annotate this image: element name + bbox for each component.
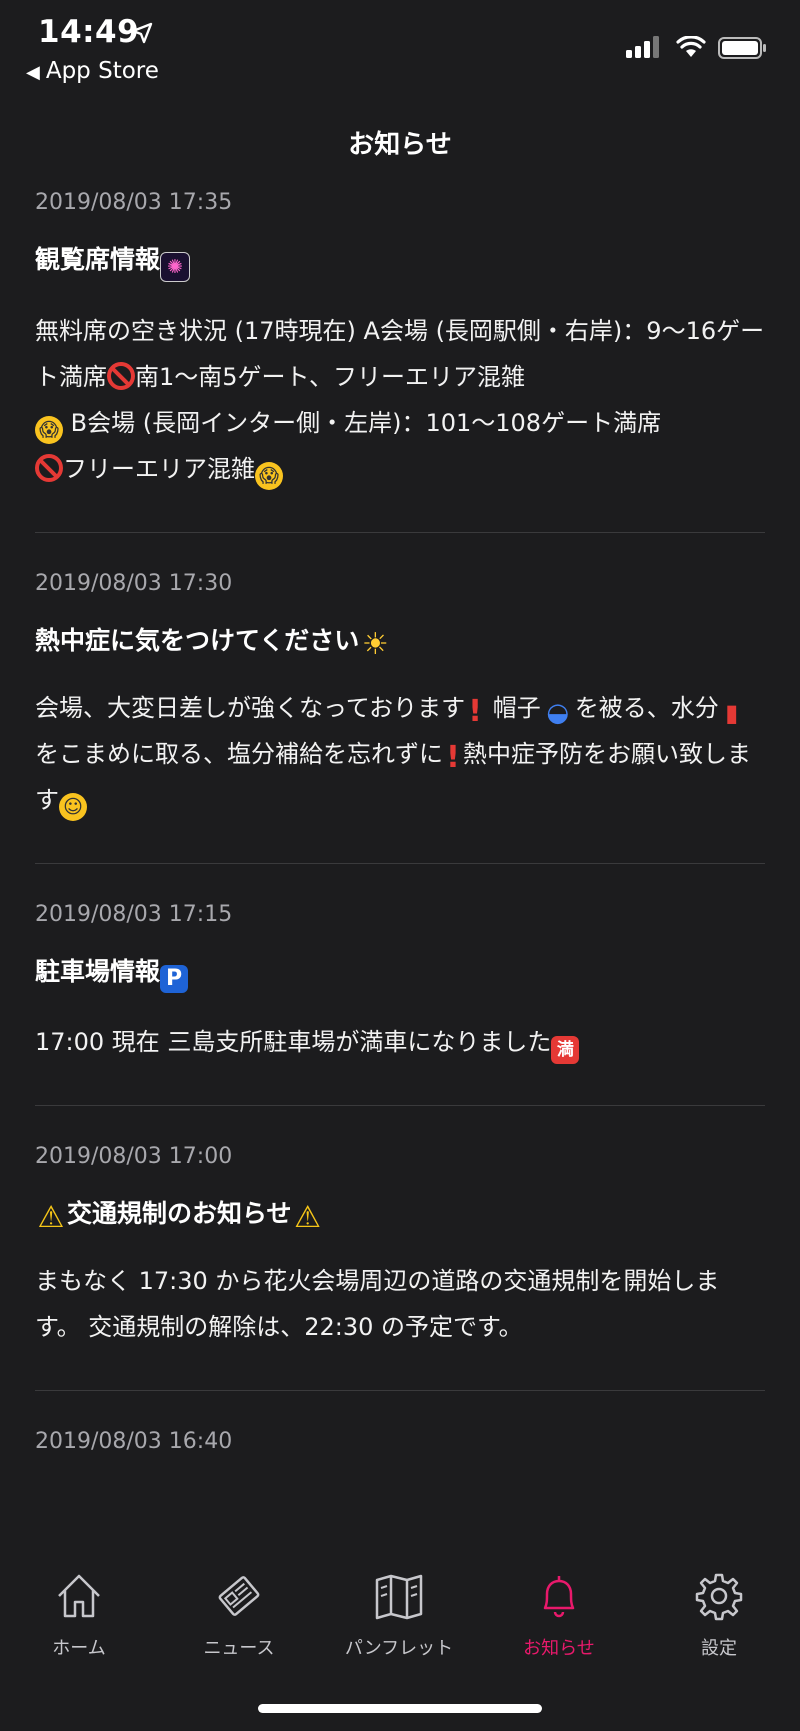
notification-list[interactable]: 2019/08/03 17:35 観覧席情報 ✺ 無料席の空き状況 (17時現在)… [35,188,765,1481]
cap-emoji-icon: ◒ [546,698,570,728]
notification-item[interactable]: 2019/08/03 17:15 駐車場情報 P 17:00 現在 三島支所駐車場… [35,900,765,1106]
exclamation-emoji-icon: ! [468,694,482,729]
home-icon [58,1574,100,1618]
location-arrow-icon [131,22,153,44]
battery-icon [718,37,766,59]
notification-item[interactable]: 2019/08/03 17:30 熱中症に気をつけてください☀ 会場、大変日差し… [35,569,765,864]
tab-news[interactable]: ニュース [174,1560,304,1660]
warning-emoji-icon: ⚠ [37,1200,65,1235]
notification-body: 17:00 現在 三島支所駐車場が満車になりました満 [35,1019,765,1065]
notification-body: 会場、大変日差しが強くなっております! 帽子 ◒ を被る、水分 ▮ をこまめに取る、塩分… [35,685,765,823]
notification-title: 熱中症に気をつけてください☀ [35,623,765,662]
tab-label: ホーム [52,1638,106,1659]
grinning-face-emoji-icon: ☺ [59,793,87,821]
body-text: をこまめに取る、塩分補給を忘れずに [35,740,443,768]
prohibited-emoji-icon [107,362,135,390]
back-label: App Store [45,58,159,84]
body-text: 17:00 現在 三島支所駐車場が満車になりました [35,1028,552,1056]
notification-title: 駐車場情報 P [35,954,765,993]
notification-date: 2019/08/03 17:30 [35,571,233,596]
fireworks-emoji-icon: ✺ [160,252,191,282]
parking-emoji-icon: P [160,965,189,993]
notification-item[interactable]: 2019/08/03 16:40 [35,1427,765,1457]
body-text: 帽子 [485,694,541,722]
notification-title: ⚠ 交通規制のお知らせ⚠ [35,1196,765,1235]
tab-label: 設定 [701,1638,737,1659]
cup-with-straw-emoji-icon: ▮ [725,699,739,727]
tab-home[interactable]: ホーム [14,1560,144,1660]
status-time: 14:49 [38,14,140,50]
tab-label: パンフレット [344,1638,454,1659]
home-indicator[interactable] [258,1704,542,1713]
body-text: を被る、水分 [574,694,719,722]
gear-icon [695,1573,743,1621]
body-text: フリーエリア混雑 [63,455,255,483]
bell-icon [543,1576,575,1618]
tab-settings[interactable]: 設定 [654,1560,784,1660]
warning-emoji-icon: ⚠ [294,1200,321,1235]
sun-emoji-icon: ☀ [361,627,389,662]
notification-title: 観覧席情報 ✺ [35,242,765,282]
page-title: お知らせ [348,130,452,160]
wifi-icon [676,36,706,57]
body-text: 南1〜南5ゲート、フリーエリア混雑 [135,363,526,391]
notification-body: 無料席の空き状況 (17時現在) A会場 (長岡駅側・右岸)：9〜16ゲート満席… [35,308,765,492]
body-text: B会場 (長岡インター側・左岸)：101〜108ゲート満席 [63,409,662,437]
notification-body: まもなく 17:30 から花火会場周辺の道路の交通規制を開始します。 交通規制の… [35,1267,720,1341]
screaming-face-emoji-icon: 😱 [255,462,283,490]
body-text: 会場、大変日差しが強くなっております [35,694,466,722]
notification-title-text: 交通規制のお知らせ [67,1199,292,1228]
screaming-face-emoji-icon: 😱 [35,416,63,444]
full-emoji-icon: 満 [551,1036,580,1064]
news-icon [218,1576,260,1616]
pamphlet-icon [375,1574,423,1620]
notification-item[interactable]: 2019/08/03 17:35 観覧席情報 ✺ 無料席の空き状況 (17時現在)… [35,188,765,533]
notification-date: 2019/08/03 17:15 [35,902,233,927]
notification-item[interactable]: 2019/08/03 17:00 ⚠ 交通規制のお知らせ⚠ まもなく 17:30 … [35,1142,765,1391]
cellular-signal-icon [626,36,659,58]
notification-date: 2019/08/03 16:40 [35,1429,233,1454]
notification-date: 2019/08/03 17:35 [35,190,233,215]
prohibited-emoji-icon [35,454,63,482]
notification-title-text: 観覧席情報 [35,245,161,274]
notification-date: 2019/08/03 17:00 [35,1144,233,1169]
tab-label: ニュース [203,1638,275,1659]
notification-title-text: 駐車場情報 [35,957,161,986]
notification-title-text: 熱中症に気をつけてください [35,626,360,655]
status-bar: 14:49 ◀ App Store [0,0,800,100]
tab-pamphlet[interactable]: パンフレット [334,1560,464,1660]
back-to-app-store[interactable]: ◀ App Store [26,58,159,84]
back-triangle-icon: ◀ [26,62,40,83]
tab-notifications[interactable]: お知らせ [494,1560,624,1660]
tab-label: お知らせ [523,1638,595,1659]
exclamation-emoji-icon: ! [446,740,460,775]
